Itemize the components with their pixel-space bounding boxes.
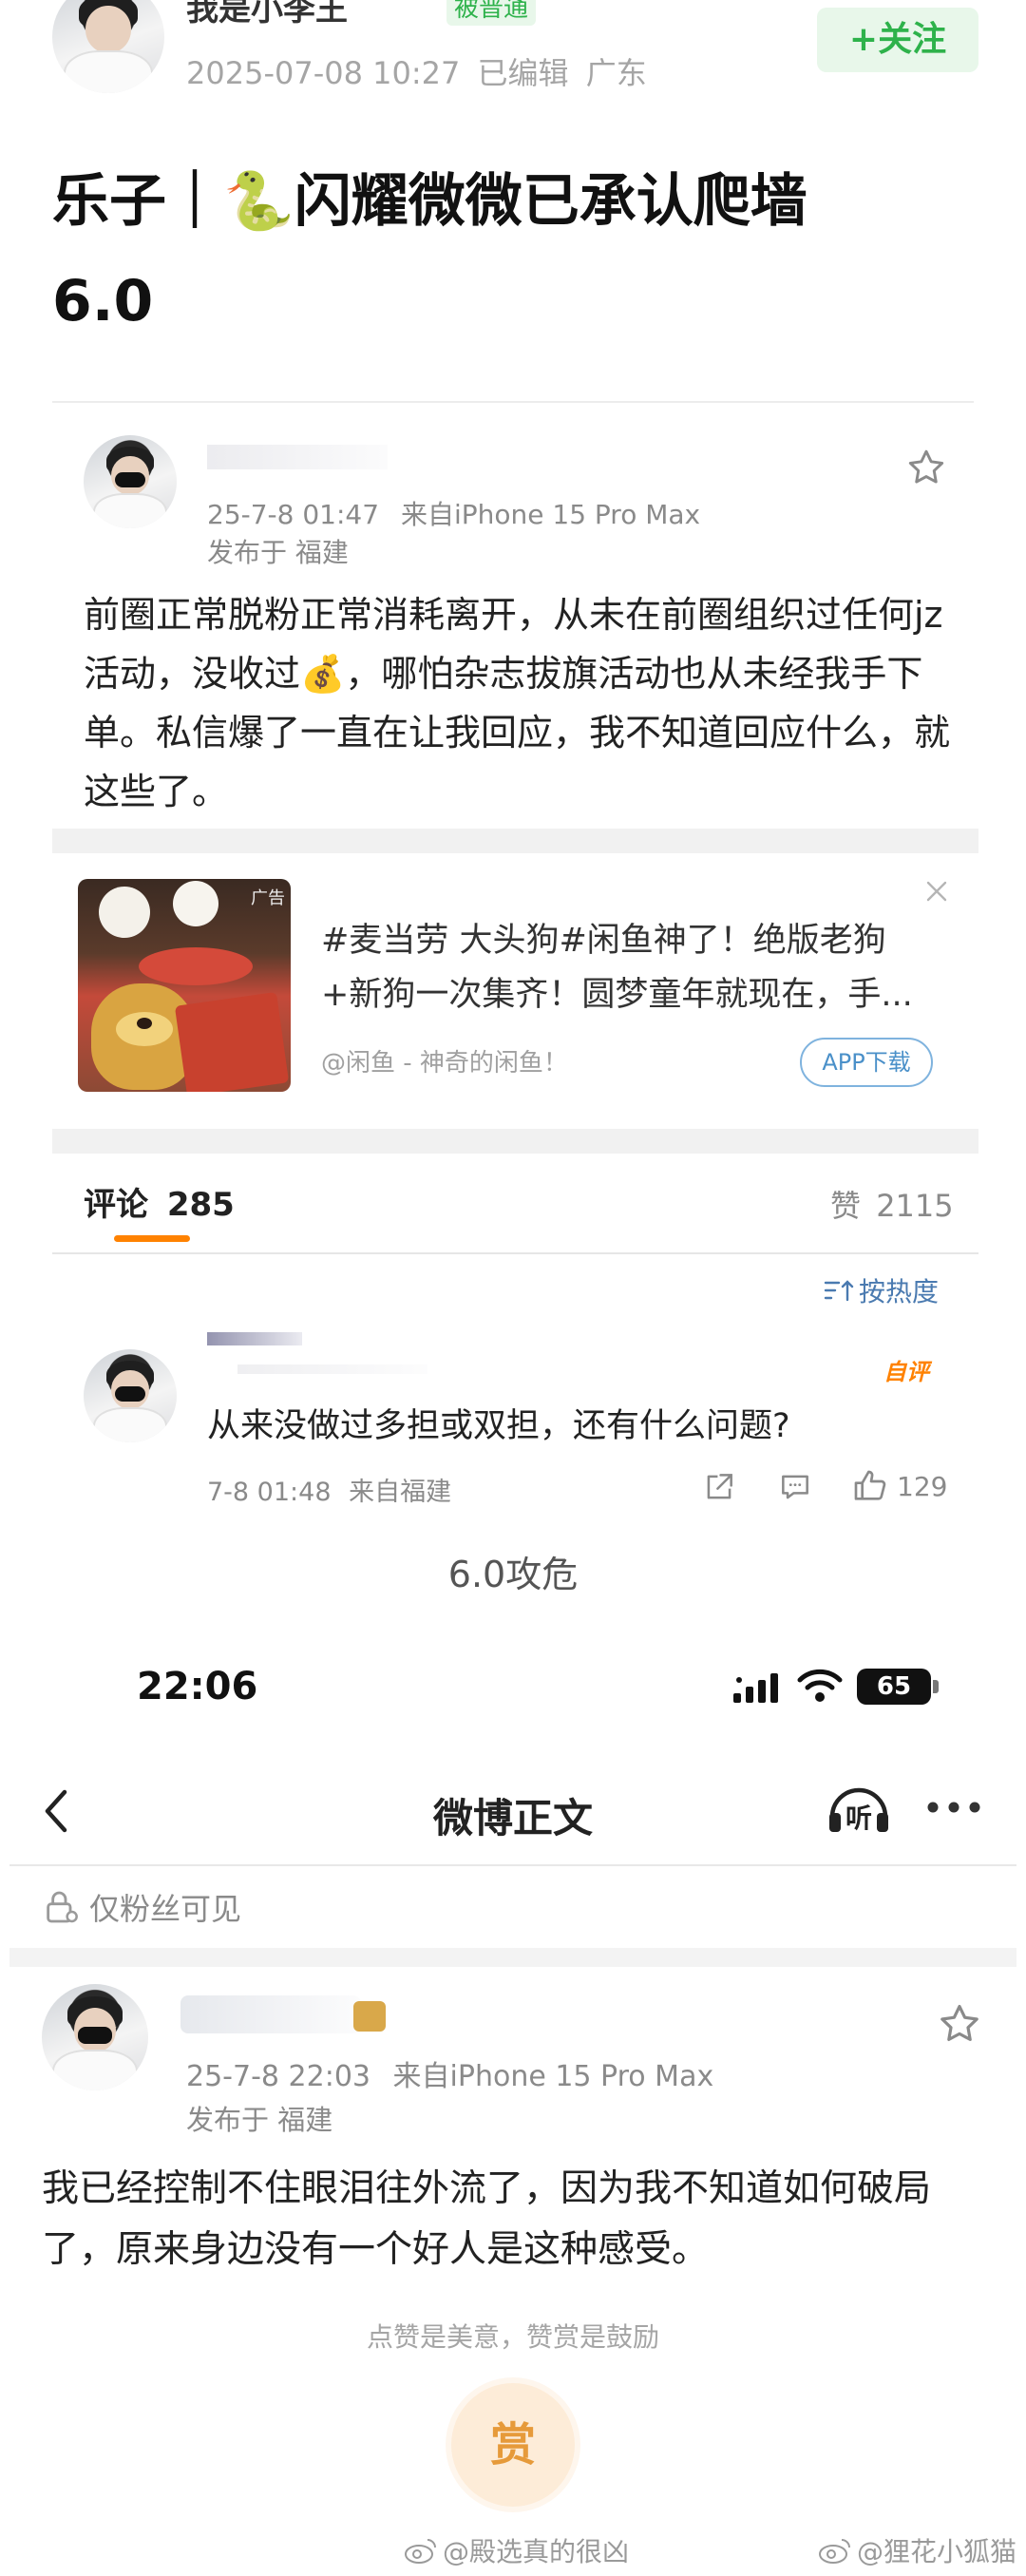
post-title-line1: 乐子｜🐍闪耀微微已承认爬墙 (52, 168, 808, 235)
reply-icon[interactable] (777, 1469, 813, 1505)
section-gap (10, 1948, 1016, 1967)
battery-icon: 65 (857, 1669, 931, 1705)
thumbs-up-icon (851, 1467, 889, 1505)
sort-control[interactable]: 按热度 (823, 1271, 939, 1309)
tab-likes-count: 2115 (876, 1188, 954, 1224)
s1-post-device: 来自iPhone 15 Pro Max (400, 499, 701, 530)
sort-label: 按热度 (859, 1276, 940, 1307)
tab-active-indicator (114, 1235, 190, 1242)
post-title-line2: 6.0 (52, 268, 154, 334)
self-comment-badge: 自评 (884, 1359, 929, 1385)
s2-post-device: 来自iPhone 15 Pro Max (392, 2060, 714, 2093)
watermark-right-text: @狸花小狐猫 (857, 2536, 1017, 2567)
comment-time: 7-8 01:48 (207, 1478, 332, 1507)
watermark-right: @狸花小狐猫 (817, 2531, 1016, 2569)
star-icon-2[interactable] (937, 2001, 982, 2047)
more-icon[interactable] (923, 1796, 984, 1819)
watermark-left-text: @殿选真的很凶 (443, 2536, 630, 2567)
wifi-icon (796, 1667, 844, 1705)
visibility-label: 仅粉丝可见 (89, 1891, 242, 1927)
reward-hint: 点赞是美意，赞赏是鼓励 (366, 2321, 659, 2353)
s1-post-meta: 25-7-8 01:47 来自iPhone 15 Pro Max (207, 494, 700, 532)
author-avatar[interactable] (52, 0, 164, 93)
blurred-commenter-name2 (238, 1364, 428, 1374)
s2-post-meta: 25-7-8 22:03 来自iPhone 15 Pro Max (186, 2052, 713, 2094)
star-icon[interactable] (905, 447, 947, 488)
caption-text: 6.0攻危 (447, 1554, 579, 1595)
section-divider (52, 401, 974, 403)
user-badge-icon (353, 2001, 386, 2032)
close-icon[interactable] (920, 874, 954, 908)
author-badge: 被普通 (446, 0, 537, 26)
post-meta: 2025-07-08 10:27 已编辑 广东 (186, 49, 647, 93)
s2-post-time: 25-7-8 22:03 (186, 2060, 370, 2093)
battery-tip (933, 1680, 939, 1693)
like-count: 129 (897, 1470, 948, 1502)
blurred-commenter-name (207, 1332, 302, 1345)
comment-location: 来自福建 (349, 1478, 452, 1507)
watermark-left: @殿选真的很凶 (403, 2531, 629, 2569)
s1-published-in: 发布于 福建 (207, 537, 349, 568)
battery-level: 65 (876, 1672, 912, 1701)
ad-source: @闲鱼 - 神奇的闲鱼！ (321, 1049, 568, 1078)
poster-avatar[interactable] (84, 435, 177, 528)
section-gap (52, 1129, 978, 1154)
commenter-avatar[interactable] (84, 1349, 177, 1442)
ad-image-tag: 广告 (251, 888, 285, 908)
section-gap (52, 829, 978, 853)
author-name[interactable]: 我是小李王 (186, 0, 348, 29)
ad-download-button[interactable]: APP下载 (800, 1038, 933, 1087)
sort-icon (823, 1277, 855, 1304)
reward-button[interactable]: 赏 (451, 2383, 575, 2507)
ad-text[interactable]: #麦当劳 大头狗#闲鱼神了！绝版老狗+新狗一次集齐！圆梦童年就现在，手... (321, 914, 929, 1022)
s2-post-body: 我已经控制不住眼泪往外流了，因为我不知道如何破局了，原来身边没有一个好人是这种感… (42, 2167, 932, 2271)
post-edited: 已编辑 (477, 55, 569, 91)
ad-image[interactable]: 广告 (78, 879, 291, 1092)
s2-published-in: 发布于 福建 (186, 2104, 333, 2136)
reward-label: 赏 (489, 2418, 536, 2471)
tab-comments[interactable]: 评论 285 (84, 1178, 235, 1225)
post-location: 广东 (585, 55, 647, 91)
follow-button[interactable]: +关注 (817, 8, 978, 72)
post-title: 乐子｜🐍闪耀微微已承认爬墙 6.0 (52, 152, 993, 352)
visibility-row: 仅粉丝可见 (42, 1885, 241, 1929)
weibo-icon (817, 2536, 853, 2565)
status-time: 22:06 (137, 1665, 258, 1708)
like-button[interactable]: 129 (851, 1467, 947, 1505)
tab-comments-count: 285 (166, 1186, 235, 1224)
share-icon[interactable] (701, 1469, 737, 1505)
tab-likes[interactable]: 赞 2115 (830, 1182, 954, 1226)
listen-label: 听 (846, 1803, 873, 1834)
tab-comments-label: 评论 (84, 1186, 148, 1224)
comment-text: 从来没做过多担或双担，还有什么问题? (207, 1407, 790, 1445)
poster-avatar-2[interactable] (42, 1984, 148, 2090)
blurred-username-2 (180, 1995, 361, 2033)
tab-likes-label: 赞 (830, 1188, 862, 1224)
blurred-username (207, 445, 388, 469)
signal-icon (732, 1670, 785, 1705)
comment-meta: 7-8 01:48 来自福建 (207, 1471, 451, 1508)
lock-icon (42, 1888, 80, 1926)
s1-post-body: 前圈正常脱粉正常消耗离开，从未在前圈组织过任何jz活动，没收过💰，哪怕杂志拔旗活… (84, 594, 951, 812)
listen-button[interactable]: 听 (825, 1781, 893, 1838)
tabs-divider (52, 1252, 978, 1254)
s1-post-time: 25-7-8 01:47 (207, 499, 380, 530)
post-timestamp: 2025-07-08 10:27 (186, 55, 461, 91)
weibo-icon (403, 2536, 439, 2565)
nav-divider (10, 1864, 1016, 1866)
